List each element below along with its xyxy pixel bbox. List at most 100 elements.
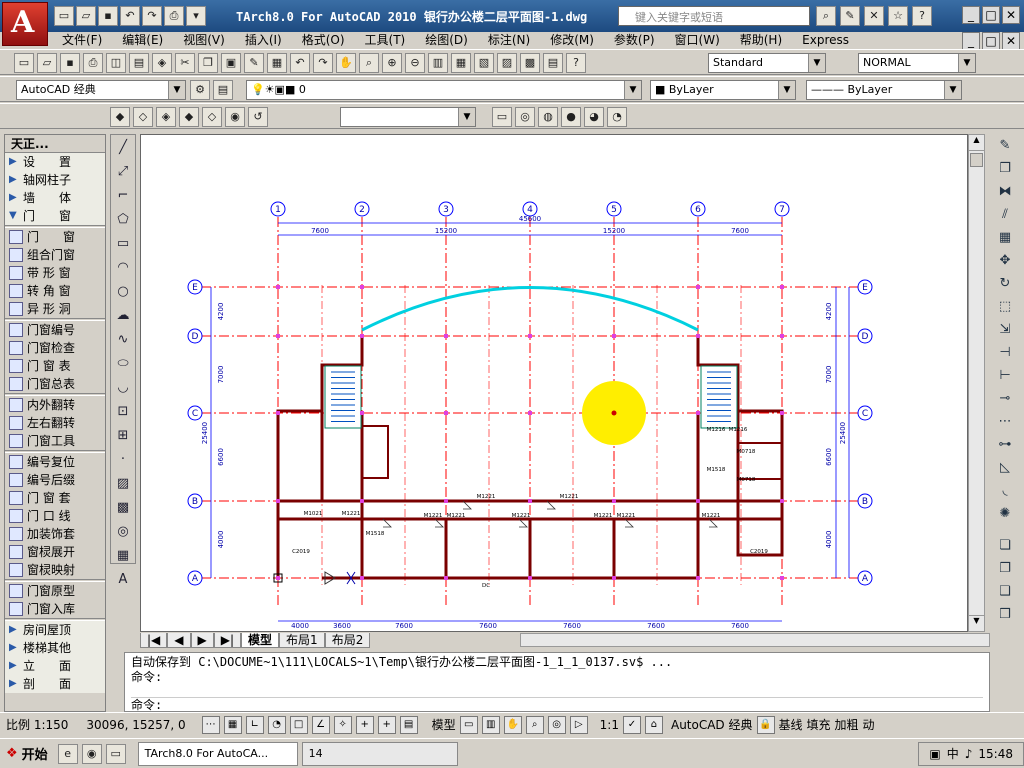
draworder-above-icon[interactable]: ❑ [993,581,1017,603]
stretch-icon[interactable]: ⇲ [993,319,1017,341]
menu-door-table[interactable]: 门 窗 表 [5,357,105,375]
menu-item-view[interactable]: 视图(V) [173,32,235,48]
tab-nav-first-icon[interactable]: |◀ [140,632,168,648]
dynamic-input-icon[interactable]: + [355,715,374,734]
break-icon[interactable]: ⋯ [993,411,1017,433]
point-icon[interactable]: · [112,449,134,471]
mirror-icon[interactable]: ⧓ [993,181,1017,203]
save-icon[interactable]: ▪ [98,6,118,26]
menu-mullion-map[interactable]: 窗棂映射 [5,561,105,579]
coordinates-display[interactable]: 30096, 15257, 0 [86,718,185,732]
menu-combo-door-window[interactable]: 组合门窗 [5,246,105,264]
section-elevation[interactable]: ▶ 立 面 [5,657,105,675]
scale-display[interactable]: 比例 1:150 [6,716,68,733]
start-button[interactable]: ❖ 开始 [0,742,54,766]
menu-decor-casing[interactable]: 加装饰套 [5,525,105,543]
match-properties-icon[interactable]: ✎ [244,53,264,73]
copy-icon[interactable]: ❐ [198,53,218,73]
open-file-icon[interactable]: ▱ [76,6,96,26]
section-doors-windows[interactable]: ▼ 门 窗 [5,207,105,225]
toggle-baseline[interactable]: 基线 [779,716,803,733]
layer-properties-icon[interactable]: ▤ [213,80,233,100]
menu-item-help[interactable]: 帮助(H) [730,32,792,48]
zoom-status-icon[interactable]: ⌕ [525,715,544,734]
conceptual-icon[interactable]: ◕ [584,107,604,127]
copy-object-icon[interactable]: ❐ [993,158,1017,180]
draworder-front-icon[interactable]: ❏ [993,535,1017,557]
toggle-dynamic[interactable]: 动 [863,716,875,733]
tab-layout2[interactable]: 布局2 [324,632,371,648]
dynamic-ucs-icon[interactable]: ✧ [333,715,352,734]
tab-model[interactable]: 模型 [241,632,280,648]
showmotion-icon[interactable]: ▷ [569,715,588,734]
quick-properties-icon[interactable]: ▤ [399,715,418,734]
redo-icon[interactable]: ↷ [142,6,162,26]
linetype-select[interactable]: ——— ByLayer [806,80,962,100]
offset-icon[interactable]: ⫽ [993,204,1017,226]
chamfer-icon[interactable]: ◺ [993,457,1017,479]
menu-item-draw[interactable]: 绘图(D) [415,32,478,48]
zoom-realtime-icon[interactable]: ⌕ [359,53,379,73]
menu-mullion-expand[interactable]: 窗棂展开 [5,543,105,561]
qnew-icon[interactable]: ▭ [14,53,34,73]
menu-door-check[interactable]: 门窗检查 [5,339,105,357]
menu-flip-left-right[interactable]: 左右翻转 [5,414,105,432]
polar-tracking-icon[interactable]: ◔ [267,715,286,734]
workspace-select[interactable]: AutoCAD 经典 [16,80,186,100]
view-ne-icon[interactable]: ◆ [179,107,199,127]
menu-door-window[interactable]: 门 窗 [5,228,105,246]
menu-item-express[interactable]: Express [792,32,859,48]
input-method-icon[interactable]: 中 [947,745,959,762]
volume-icon[interactable]: ♪ [965,747,973,761]
grid-display-icon[interactable]: ▦ [223,715,242,734]
polyline-icon[interactable]: ⌐ [112,185,134,207]
tab-nav-next-icon[interactable]: ▶ [190,632,214,648]
view-se-icon[interactable]: ◈ [156,107,176,127]
command-prompt[interactable]: 命令: [131,697,983,713]
menu-item-modify[interactable]: 修改(M) [540,32,604,48]
open-icon[interactable]: ▱ [37,53,57,73]
layout-view-icon[interactable]: ▭ [459,715,478,734]
menu-item-parametric[interactable]: 参数(P) [604,32,665,48]
scroll-thumb[interactable] [970,153,983,167]
menu-corner-window[interactable]: 转 角 窗 [5,282,105,300]
maximize-icon[interactable]: □ [982,6,1000,24]
publish-icon[interactable]: ▤ [129,53,149,73]
menu-item-edit[interactable]: 编辑(E) [112,32,173,48]
tab-layout1[interactable]: 布局1 [279,632,325,648]
section-settings[interactable]: ▶ 设 置 [5,153,105,171]
steering-wheel-icon[interactable]: ◎ [547,715,566,734]
menu-door-total-table[interactable]: 门窗总表 [5,375,105,393]
section-section[interactable]: ▶ 剖 面 [5,675,105,693]
view-nw-icon[interactable]: ◇ [202,107,222,127]
calculator-icon[interactable]: ▤ [543,53,563,73]
menu-door-casing[interactable]: 门 窗 套 [5,489,105,507]
dim-style-select[interactable]: NORMAL [858,53,976,73]
doc-minimize-icon[interactable]: _ [962,32,980,50]
undo-icon[interactable]: ↶ [120,6,140,26]
horizontal-scrollbar[interactable] [520,633,990,647]
draworder-under-icon[interactable]: ❒ [993,604,1017,626]
move-icon[interactable]: ✥ [993,250,1017,272]
ellipse-icon[interactable]: ⬭ [112,353,134,375]
application-menu-button[interactable]: A [2,2,48,46]
menu-door-library[interactable]: 门窗入库 [5,600,105,618]
lineweight-icon[interactable]: + [377,715,396,734]
view-top-icon[interactable]: ◆ [110,107,130,127]
star-icon[interactable]: ☆ [888,6,908,26]
menu-door-line[interactable]: 门 口 线 [5,507,105,525]
hatch-icon[interactable]: ▨ [112,473,134,495]
layer-select[interactable]: 💡☀▣■ 0 [246,80,642,100]
ortho-mode-icon[interactable]: ∟ [245,715,264,734]
print-icon[interactable]: ⎙ [164,6,184,26]
text-style-select[interactable]: Standard [708,53,826,73]
3d-dwf-icon[interactable]: ◈ [152,53,172,73]
properties-icon[interactable]: ▥ [428,53,448,73]
arc-icon[interactable]: ◠ [112,257,134,279]
camera-icon[interactable]: ◉ [225,107,245,127]
tab-nav-prev-icon[interactable]: ◀ [167,632,191,648]
workspace-settings-icon[interactable]: ⚙ [190,80,210,100]
draworder-back-icon[interactable]: ❐ [993,558,1017,580]
save-tb-icon[interactable]: ▪ [60,53,80,73]
hidden-icon[interactable]: ◍ [538,107,558,127]
